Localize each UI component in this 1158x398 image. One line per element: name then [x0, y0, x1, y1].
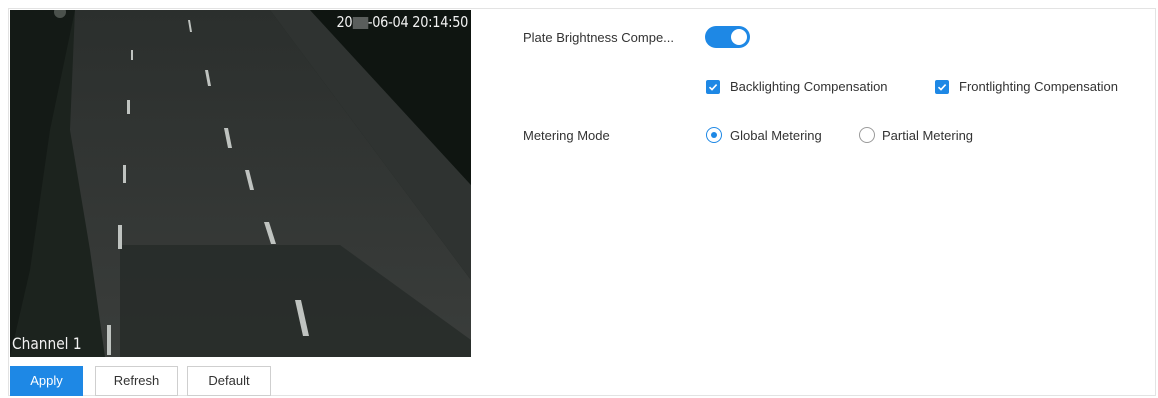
toggle-knob	[731, 29, 747, 45]
global-metering-radio[interactable]	[706, 127, 722, 143]
osd-timestamp: 20 -06-04 20:14:50	[336, 13, 468, 31]
refresh-button[interactable]: Refresh	[95, 366, 178, 396]
checkmark-icon	[708, 84, 718, 91]
partial-metering-radio[interactable]	[859, 127, 875, 143]
osd-channel-label: Channel 1	[12, 334, 82, 353]
apply-button[interactable]: Apply	[10, 366, 83, 396]
video-preview: 20 -06-04 20:14:50 Channel 1	[10, 10, 471, 357]
backlighting-checkbox[interactable]	[706, 80, 720, 94]
plate-brightness-label: Plate Brightness Compe...	[523, 30, 675, 45]
frontlighting-label[interactable]: Frontlighting Compensation	[959, 79, 1118, 94]
night-road-scene	[10, 10, 471, 357]
plate-brightness-toggle[interactable]	[705, 26, 750, 48]
global-metering-label[interactable]: Global Metering	[730, 128, 822, 143]
partial-metering-label[interactable]: Partial Metering	[882, 128, 973, 143]
timestamp-mask	[352, 16, 368, 29]
metering-mode-label: Metering Mode	[523, 128, 610, 143]
checkmark-icon	[937, 84, 947, 91]
frontlighting-checkbox[interactable]	[935, 80, 949, 94]
backlighting-label[interactable]: Backlighting Compensation	[730, 79, 888, 94]
default-button[interactable]: Default	[187, 366, 271, 396]
